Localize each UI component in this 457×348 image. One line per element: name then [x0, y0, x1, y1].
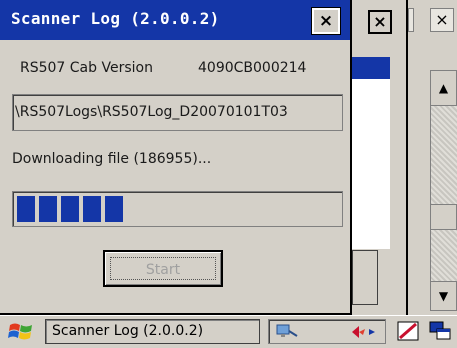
background-window-1: × [352, 0, 408, 315]
background-window-2-scrollbar[interactable] [430, 70, 457, 310]
scroll-down-button[interactable]: ▼ [430, 281, 457, 311]
power-status-icon[interactable] [396, 319, 420, 343]
start-menu-windows-icon[interactable] [6, 319, 38, 344]
cab-version-value: 4090CB000214 [198, 60, 307, 76]
cab-version-label: RS507 Cab Version [20, 60, 153, 76]
system-tray [268, 319, 386, 344]
desktop-switch-icon[interactable] [428, 319, 454, 343]
taskbar-task-scanner-log[interactable]: Scanner Log (2.0.0.2) [45, 319, 260, 344]
scrollbar-thumb[interactable] [430, 204, 457, 230]
start-button-focus-rect: Start [110, 257, 216, 280]
dialog-title: Scanner Log (2.0.0.2) [11, 9, 220, 28]
background-window-2: ▲ ▼ × [408, 0, 457, 315]
download-progress-bar [12, 191, 343, 227]
progress-segment [105, 196, 123, 222]
volume-icon[interactable] [349, 322, 379, 342]
background-window-2-close-button[interactable]: × [430, 8, 454, 32]
title-bar: Scanner Log (2.0.0.2) × [0, 0, 350, 40]
scanner-log-dialog: Scanner Log (2.0.0.2) × RS507 Cab Versio… [0, 0, 352, 315]
log-path-field[interactable]: \RS507Logs\RS507Log_D20070101T03 [12, 94, 343, 131]
taskbar: Scanner Log (2.0.0.2) [0, 315, 457, 345]
progress-segment [61, 196, 79, 222]
progress-segment [17, 196, 35, 222]
start-button-label: Start [145, 262, 181, 278]
background-window-1-button[interactable] [352, 250, 378, 305]
background-window-1-selection [352, 57, 390, 79]
background-window-1-close-button[interactable]: × [368, 10, 392, 34]
progress-segment [83, 196, 101, 222]
scroll-up-button[interactable]: ▲ [430, 70, 457, 106]
connectivity-icon[interactable] [275, 322, 299, 342]
start-button[interactable]: Start [103, 250, 223, 287]
progress-segment [39, 196, 57, 222]
close-button[interactable]: × [311, 7, 341, 35]
background-window-1-list [352, 79, 390, 249]
background-window-2-divider [408, 8, 414, 32]
download-status-text: Downloading file (186955)... [12, 151, 212, 167]
